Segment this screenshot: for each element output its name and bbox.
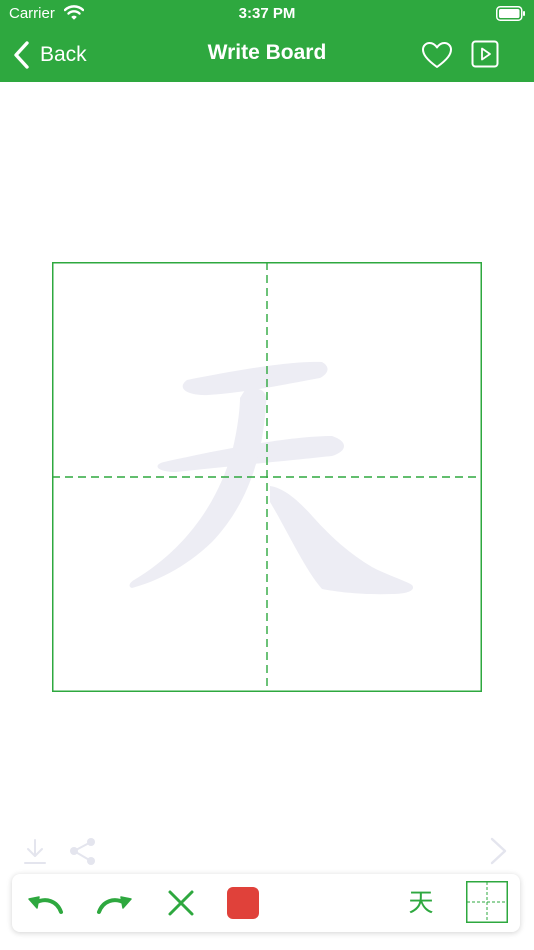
navigation-bar: Back Write Board	[0, 28, 534, 82]
download-icon[interactable]	[22, 836, 48, 866]
grid-icon[interactable]	[466, 881, 508, 923]
status-bar: Carrier 3:37 PM	[0, 0, 534, 28]
status-time: 3:37 PM	[238, 5, 296, 22]
bottom-toolbar: 天	[12, 874, 520, 932]
heart-outline-icon[interactable]	[421, 41, 453, 69]
character-button[interactable]: 天	[404, 887, 438, 919]
play-square-icon[interactable]	[471, 40, 499, 68]
page-title: Write Board	[207, 41, 327, 64]
battery-icon	[496, 6, 525, 21]
writing-board[interactable]	[52, 262, 482, 692]
secondary-tools	[0, 832, 534, 870]
close-icon[interactable]	[166, 888, 196, 918]
chevron-right-icon[interactable]	[486, 836, 510, 866]
brush-color-swatch[interactable]	[227, 887, 259, 919]
reference-character-glyph	[129, 361, 414, 595]
redo-icon[interactable]	[94, 888, 134, 918]
share-icon[interactable]	[68, 836, 98, 866]
undo-icon[interactable]	[26, 888, 66, 918]
